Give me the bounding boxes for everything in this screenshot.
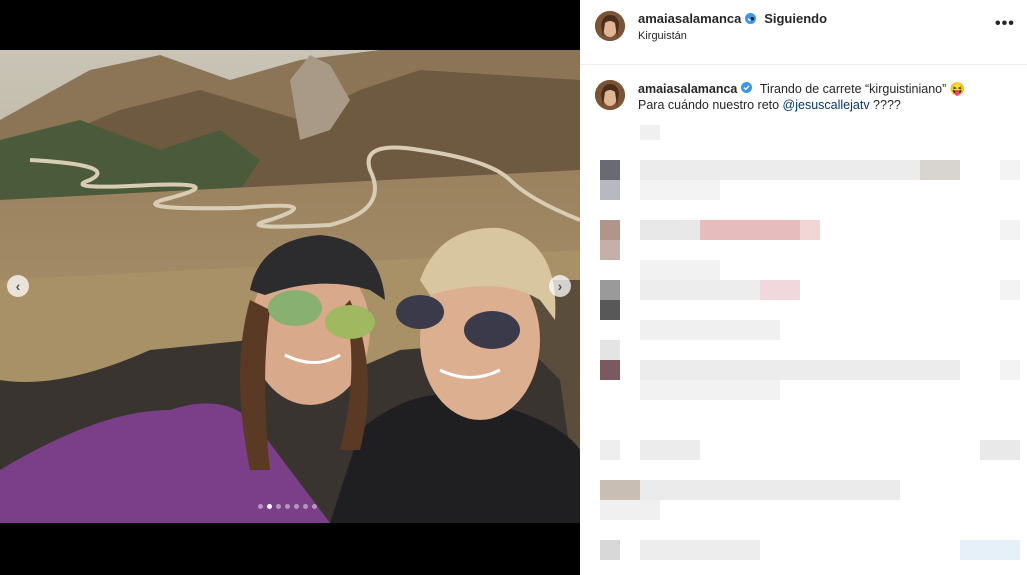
username-link[interactable]: amaiasalamanca bbox=[638, 11, 757, 26]
carousel-dot bbox=[276, 504, 281, 509]
caption-text: amaiasalamanca Tirando de carrete “kirgu… bbox=[638, 81, 1008, 113]
chevron-right-icon: › bbox=[557, 278, 563, 294]
chevron-left-icon: ‹ bbox=[15, 278, 21, 294]
avatar[interactable] bbox=[595, 11, 625, 41]
caption-line1: Tirando de carrete “kirguistiniano” 😝 bbox=[759, 82, 966, 96]
carousel-prev-button[interactable]: ‹ bbox=[7, 275, 29, 297]
blurred-comment bbox=[580, 540, 1027, 575]
avatar[interactable] bbox=[595, 80, 625, 110]
caption-username[interactable]: amaiasalamanca bbox=[638, 82, 737, 96]
blurred-comment bbox=[580, 440, 1027, 480]
carousel-dot bbox=[258, 504, 263, 509]
post-media: ‹ › bbox=[0, 0, 580, 575]
carousel-dots bbox=[258, 504, 317, 509]
blurred-comment bbox=[580, 220, 1027, 280]
more-options-icon[interactable]: ••• bbox=[995, 15, 1015, 33]
username-label: amaiasalamanca bbox=[638, 11, 742, 26]
follow-status[interactable]: • Siguiendo bbox=[750, 11, 827, 26]
carousel-dot bbox=[285, 504, 290, 509]
blurred-comment bbox=[580, 340, 1027, 400]
follow-status-label: Siguiendo bbox=[764, 11, 828, 26]
mention-link[interactable]: @jesuscallejatv bbox=[783, 98, 870, 112]
blurred-comment bbox=[580, 280, 1027, 340]
blurred-timestamp bbox=[640, 125, 660, 140]
blurred-comment bbox=[580, 160, 1027, 200]
caption-line2-suffix: ???? bbox=[869, 98, 901, 112]
carousel-dot bbox=[294, 504, 299, 509]
carousel-dot bbox=[312, 504, 317, 509]
location-link[interactable]: Kirguistán bbox=[638, 30, 687, 42]
verified-badge-icon bbox=[741, 82, 753, 93]
post-photo bbox=[0, 50, 580, 523]
carousel-dot-active bbox=[267, 504, 272, 509]
post-header: amaiasalamanca • Siguiendo Kirguistán ••… bbox=[580, 0, 1027, 65]
carousel-dot bbox=[303, 504, 308, 509]
carousel-next-button[interactable]: › bbox=[549, 275, 571, 297]
blurred-comment bbox=[580, 480, 1027, 520]
follow-separator: • bbox=[750, 11, 755, 26]
selfie-mountain-photo bbox=[0, 50, 580, 523]
post-side-panel: amaiasalamanca • Siguiendo Kirguistán ••… bbox=[580, 0, 1027, 575]
caption-line2-prefix: Para cuándo nuestro reto bbox=[638, 98, 783, 112]
